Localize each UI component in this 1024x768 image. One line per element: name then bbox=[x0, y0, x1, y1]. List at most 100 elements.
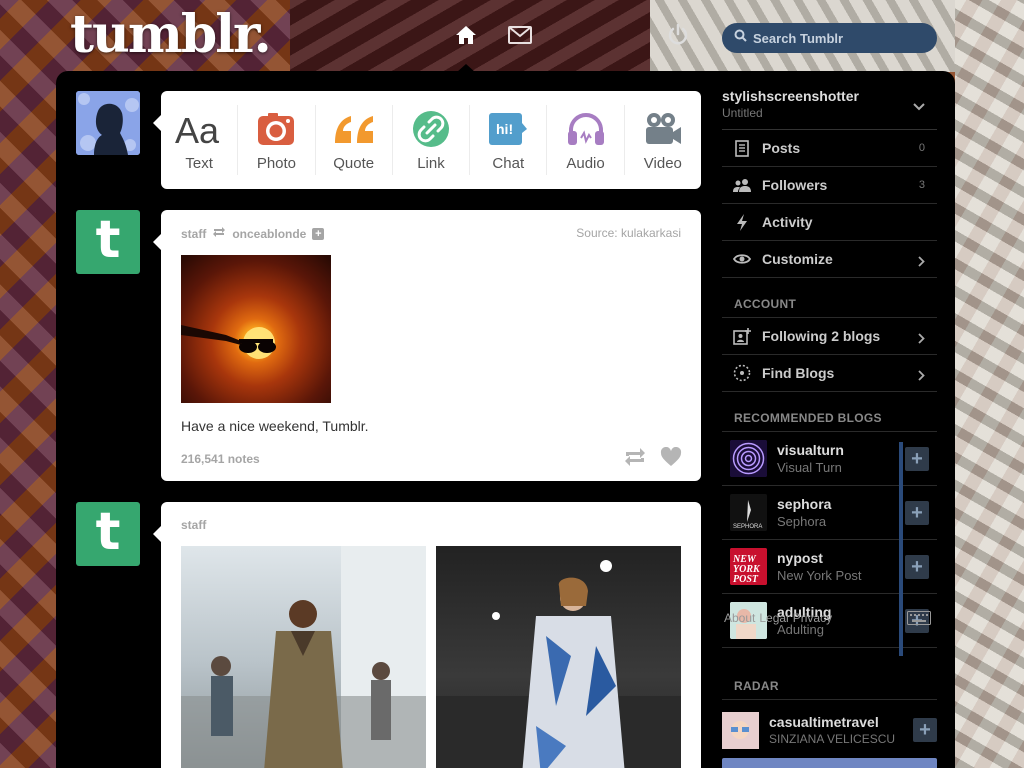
blog-title: Visual Turn bbox=[777, 460, 842, 475]
eye-icon bbox=[732, 253, 752, 265]
mail-icon[interactable] bbox=[507, 22, 533, 48]
section-heading-account: ACCOUNT bbox=[722, 290, 937, 318]
footer-link-legal[interactable]: Legal bbox=[759, 611, 788, 625]
reblog-icon[interactable] bbox=[623, 447, 647, 472]
svg-text:Aa: Aa bbox=[175, 111, 220, 147]
compass-icon bbox=[732, 364, 752, 382]
post-type-text[interactable]: Aa Text bbox=[161, 105, 239, 175]
post-source[interactable]: Source: kulakarkasi bbox=[576, 226, 681, 240]
tumblr-t-logo: t bbox=[95, 210, 121, 270]
blog-title: New York Post bbox=[777, 568, 862, 583]
post-card: staff bbox=[153, 502, 701, 768]
radar-image bbox=[722, 758, 937, 768]
footer-link-about[interactable]: About bbox=[724, 611, 755, 625]
blog-name: sephora bbox=[777, 496, 832, 512]
follow-button[interactable]: + bbox=[905, 447, 929, 471]
keyboard-icon[interactable] bbox=[907, 611, 931, 630]
post-author[interactable]: staff bbox=[181, 518, 206, 532]
blog-avatar bbox=[722, 711, 759, 749]
chevron-right-icon bbox=[918, 331, 925, 349]
background-pattern bbox=[955, 0, 1024, 768]
post-header: staff onceablonde + bbox=[181, 226, 325, 241]
search-input[interactable] bbox=[753, 30, 923, 46]
people-icon bbox=[732, 178, 752, 192]
user-avatar[interactable] bbox=[76, 91, 140, 155]
blog-name: casualtimetravel bbox=[769, 714, 879, 730]
recommended-blog[interactable]: SEPHORA sephora Sephora + bbox=[722, 486, 937, 540]
recommended-blog[interactable]: visualturn Visual Turn + bbox=[722, 432, 937, 486]
footer-links: About Legal Privacy bbox=[724, 611, 832, 625]
follow-plus-icon[interactable]: + bbox=[312, 227, 325, 240]
svg-text:SEPHORA: SEPHORA bbox=[733, 524, 762, 530]
post-type-link[interactable]: Link bbox=[393, 105, 471, 175]
power-icon[interactable] bbox=[665, 22, 691, 48]
post-card: staff onceablonde + Source: kulakarkasi … bbox=[153, 210, 701, 481]
followers-count: 3 bbox=[918, 179, 925, 191]
tumblr-logo[interactable]: tumblr. bbox=[70, 4, 272, 65]
video-camera-icon bbox=[643, 109, 683, 149]
quote-icon bbox=[333, 109, 375, 149]
chevron-right-icon bbox=[918, 368, 925, 386]
blog-avatar: NEW YORK POST bbox=[730, 548, 767, 585]
svg-text:POST: POST bbox=[733, 574, 759, 585]
heart-icon[interactable] bbox=[660, 446, 682, 472]
radar-blog[interactable]: casualtimetravel SINZIANA VELICESCU + bbox=[722, 705, 937, 755]
reblog-small-icon bbox=[212, 226, 226, 241]
sidebar-item-activity[interactable]: Activity bbox=[722, 204, 937, 241]
document-icon bbox=[732, 139, 752, 157]
add-person-icon bbox=[732, 327, 752, 345]
sidebar-item-posts[interactable]: Posts 0 bbox=[722, 130, 937, 167]
search-icon bbox=[734, 29, 747, 47]
staff-avatar[interactable]: t bbox=[76, 210, 140, 274]
post-type-video[interactable]: Video bbox=[625, 105, 701, 175]
reblogged-from[interactable]: onceablonde bbox=[232, 227, 306, 241]
post-photo[interactable] bbox=[181, 546, 426, 768]
chevron-right-icon bbox=[918, 254, 925, 272]
post-photo[interactable] bbox=[436, 546, 681, 768]
svg-text:hi!: hi! bbox=[496, 121, 513, 137]
post-type-audio[interactable]: Audio bbox=[547, 105, 625, 175]
sidebar-item-find-blogs[interactable]: Find Blogs bbox=[722, 355, 937, 392]
post-type-photo[interactable]: Photo bbox=[238, 105, 316, 175]
right-sidebar: stylishscreenshotter Untitled Posts 0 Fo… bbox=[722, 84, 937, 648]
post-header: staff bbox=[181, 518, 206, 532]
section-heading-radar: RADAR bbox=[722, 672, 937, 700]
post-notes[interactable]: 216,541 notes bbox=[181, 452, 260, 466]
chevron-down-icon bbox=[913, 98, 925, 116]
headphones-icon bbox=[566, 109, 606, 149]
tumblr-t-logo: t bbox=[95, 502, 121, 562]
blog-avatar bbox=[730, 440, 767, 477]
chat-icon: hi! bbox=[488, 109, 528, 149]
text-icon: Aa bbox=[175, 109, 223, 149]
search-box[interactable] bbox=[722, 23, 937, 53]
blog-name: nypost bbox=[777, 550, 823, 566]
post-photo[interactable] bbox=[181, 255, 331, 403]
lightning-icon bbox=[732, 213, 752, 231]
section-heading-recommended: RECOMMENDED BLOGS bbox=[722, 404, 937, 432]
blog-name: visualturn bbox=[777, 442, 844, 458]
posts-count: 0 bbox=[918, 142, 925, 154]
recommended-blog[interactable]: NEW YORK POST nypost New York Post + bbox=[722, 540, 937, 594]
camera-icon bbox=[257, 109, 295, 149]
home-icon[interactable] bbox=[453, 22, 479, 48]
blog-avatar: SEPHORA bbox=[730, 494, 767, 531]
post-type-selector: Aa Text Photo Quote Link hi! Chat Audio bbox=[153, 91, 701, 189]
footer-link-privacy[interactable]: Privacy bbox=[793, 611, 832, 625]
post-author[interactable]: staff bbox=[181, 227, 206, 241]
blog-switcher[interactable]: stylishscreenshotter Untitled bbox=[722, 84, 937, 130]
sidebar-item-following[interactable]: Following 2 blogs bbox=[722, 318, 937, 355]
follow-button[interactable]: + bbox=[913, 718, 937, 742]
post-type-chat[interactable]: hi! Chat bbox=[470, 105, 548, 175]
blog-title: Untitled bbox=[722, 106, 763, 120]
post-type-quote[interactable]: Quote bbox=[316, 105, 393, 175]
blog-title: SINZIANA VELICESCU bbox=[769, 732, 896, 746]
link-icon bbox=[412, 109, 449, 149]
blog-title: Sephora bbox=[777, 514, 827, 529]
follow-button[interactable]: + bbox=[905, 555, 929, 579]
post-caption: Have a nice weekend, Tumblr. bbox=[181, 418, 369, 434]
scroll-indicator bbox=[899, 442, 903, 656]
sidebar-item-customize[interactable]: Customize bbox=[722, 241, 937, 278]
staff-avatar[interactable]: t bbox=[76, 502, 140, 566]
follow-button[interactable]: + bbox=[905, 501, 929, 525]
sidebar-item-followers[interactable]: Followers 3 bbox=[722, 167, 937, 204]
